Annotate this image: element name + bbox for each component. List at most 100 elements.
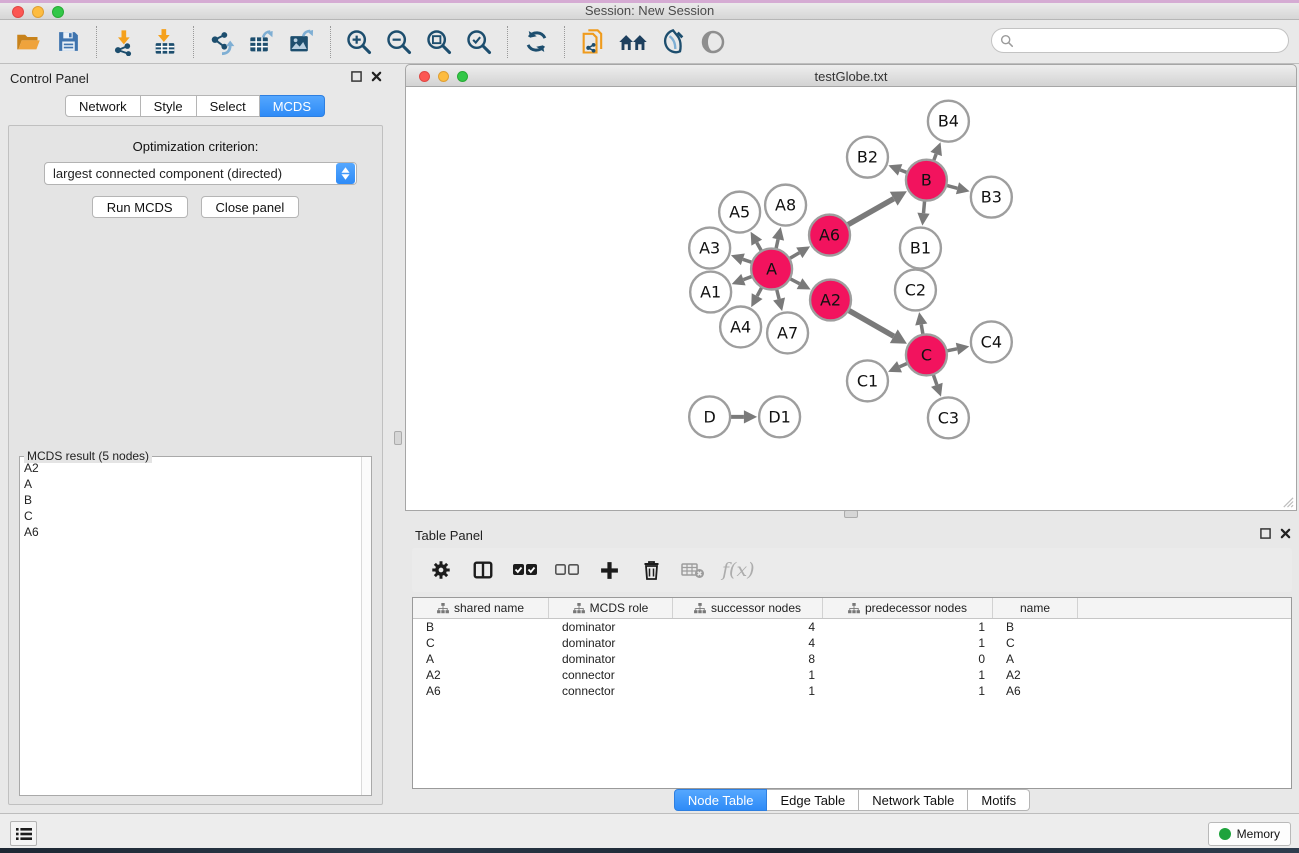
- cell-shared-name: C: [413, 636, 549, 650]
- zoom-out-button[interactable]: [381, 25, 417, 59]
- select-all-columns-button[interactable]: [508, 553, 542, 587]
- table-row[interactable]: B dominator 4 1 B: [413, 619, 1291, 635]
- cell-predecessor: 1: [823, 668, 993, 682]
- gear-icon: [430, 559, 452, 581]
- memory-status-icon: [1219, 828, 1231, 840]
- zoom-selected-button[interactable]: [461, 25, 497, 59]
- edge-arrowhead: [772, 227, 784, 241]
- delete-column-button[interactable]: [634, 553, 668, 587]
- zoom-out-icon: [385, 28, 413, 56]
- delete-table-button[interactable]: [676, 553, 710, 587]
- table-row[interactable]: A dominator 8 0 A: [413, 651, 1291, 667]
- show-hide-graphics-details-button[interactable]: [695, 25, 731, 59]
- table-row[interactable]: A2 connector 1 1 A2: [413, 667, 1291, 683]
- criterion-dropdown[interactable]: largest connected component (directed): [44, 162, 357, 185]
- cell-name: A: [993, 652, 1078, 666]
- column-header-predecessor-nodes[interactable]: predecessor nodes: [823, 598, 993, 618]
- tab-edge-table[interactable]: Edge Table: [767, 789, 859, 811]
- tab-network[interactable]: Network: [65, 95, 141, 117]
- save-session-button[interactable]: [50, 25, 86, 59]
- memory-label: Memory: [1237, 827, 1280, 841]
- node-table[interactable]: shared name MCDS role: [412, 597, 1292, 789]
- node-label: D1: [768, 407, 790, 426]
- result-scrollbar[interactable]: [361, 457, 371, 795]
- cell-predecessor: 0: [823, 652, 993, 666]
- cell-name: C: [993, 636, 1078, 650]
- apply-style-button[interactable]: [655, 25, 691, 59]
- close-panel-icon[interactable]: [371, 71, 382, 82]
- float-panel-icon[interactable]: [351, 71, 362, 82]
- export-table-button[interactable]: [244, 25, 280, 59]
- clone-network-icon: [579, 28, 607, 56]
- import-network-button[interactable]: [107, 25, 143, 59]
- graph-edge[interactable]: [846, 199, 894, 226]
- export-network-icon: [208, 28, 236, 56]
- graph-edge[interactable]: [847, 309, 894, 336]
- column-header-shared-name[interactable]: shared name: [413, 598, 549, 618]
- zoom-fit-button[interactable]: [421, 25, 457, 59]
- apply-layout-button[interactable]: [518, 25, 554, 59]
- cell-predecessor: 1: [823, 636, 993, 650]
- home-panels-icon: [617, 28, 649, 56]
- result-item[interactable]: A2: [24, 460, 361, 476]
- tab-motifs[interactable]: Motifs: [968, 789, 1030, 811]
- table-row[interactable]: C dominator 4 1 C: [413, 635, 1291, 651]
- table-panel-title: Table Panel: [415, 528, 483, 543]
- task-history-button[interactable]: [10, 821, 37, 846]
- edge-arrowhead: [956, 182, 970, 194]
- tab-node-table[interactable]: Node Table: [674, 789, 768, 811]
- search-box[interactable]: [991, 28, 1289, 53]
- tab-network-table[interactable]: Network Table: [859, 789, 968, 811]
- cell-shared-name: B: [413, 620, 549, 634]
- tab-select[interactable]: Select: [197, 95, 260, 117]
- zoom-in-icon: [345, 28, 373, 56]
- network-window-title: testGlobe.txt: [406, 69, 1296, 84]
- unselect-all-columns-button[interactable]: [550, 553, 584, 587]
- column-header-name[interactable]: name: [993, 598, 1078, 618]
- memory-button[interactable]: Memory: [1208, 822, 1291, 846]
- tab-style[interactable]: Style: [141, 95, 197, 117]
- show-column-panel-button[interactable]: [466, 553, 500, 587]
- node-label: A1: [700, 283, 721, 302]
- export-network-button[interactable]: [204, 25, 240, 59]
- tab-mcds[interactable]: MCDS: [260, 95, 325, 117]
- horizontal-splitter-grip[interactable]: [844, 510, 858, 518]
- result-item[interactable]: B: [24, 492, 361, 508]
- import-table-button[interactable]: [147, 25, 183, 59]
- close-panel-button[interactable]: Close panel: [201, 196, 300, 218]
- network-graph[interactable]: B4B2BB3A5A8A6B1A3AC2A1A2A4A7C4CC1C3DD1: [406, 87, 1296, 510]
- mcds-result-list[interactable]: A2 A B C A6: [21, 460, 361, 794]
- column-header-successor-nodes[interactable]: successor nodes: [673, 598, 823, 618]
- import-network-icon: [111, 28, 139, 56]
- network-window-titlebar[interactable]: testGlobe.txt: [405, 64, 1297, 87]
- run-mcds-button[interactable]: Run MCDS: [92, 196, 188, 218]
- table-toolbar: f(x): [412, 548, 1292, 592]
- create-column-button[interactable]: [592, 553, 626, 587]
- table-panel: Table Panel: [405, 521, 1299, 813]
- search-input[interactable]: [1019, 33, 1280, 49]
- export-image-button[interactable]: [284, 25, 320, 59]
- column-label: shared name: [454, 601, 524, 615]
- style-brush-icon: [659, 28, 687, 56]
- float-panel-icon[interactable]: [1260, 528, 1271, 539]
- table-row[interactable]: A6 connector 1 1 A6: [413, 683, 1291, 699]
- result-item[interactable]: C: [24, 508, 361, 524]
- window-resize-grip[interactable]: [1281, 495, 1294, 508]
- result-item[interactable]: A: [24, 476, 361, 492]
- node-label: A5: [729, 203, 750, 222]
- show-hide-panels-button[interactable]: [615, 25, 651, 59]
- clone-network-button[interactable]: [575, 25, 611, 59]
- table-settings-button[interactable]: [424, 553, 458, 587]
- network-canvas[interactable]: B4B2BB3A5A8A6B1A3AC2A1A2A4A7C4CC1C3DD1: [405, 87, 1297, 511]
- zoom-in-button[interactable]: [341, 25, 377, 59]
- close-panel-icon[interactable]: [1280, 528, 1291, 539]
- node-label: C4: [981, 332, 1002, 351]
- function-builder-button[interactable]: f(x): [722, 559, 755, 581]
- column-header-mcds-role[interactable]: MCDS role: [549, 598, 673, 618]
- result-item[interactable]: A6: [24, 524, 361, 540]
- open-session-button[interactable]: [10, 25, 46, 59]
- node-label: A3: [699, 239, 720, 258]
- cell-name: B: [993, 620, 1078, 634]
- desktop-background-strip: [0, 848, 1299, 853]
- vertical-splitter-grip[interactable]: [394, 431, 402, 445]
